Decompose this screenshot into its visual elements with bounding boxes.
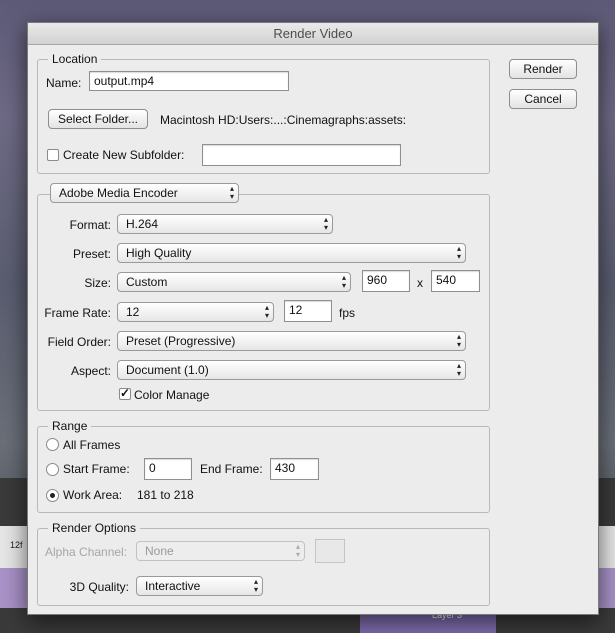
- render-video-dialog: Render Video Render Cancel Location Name…: [27, 22, 599, 615]
- start-frame-label: Start Frame:: [63, 462, 130, 476]
- all-frames-label: All Frames: [63, 438, 121, 452]
- size-select[interactable]: Custom ▴ ▾: [117, 272, 351, 292]
- width-field[interactable]: 960: [362, 270, 410, 292]
- select-arrows-icon: ▴ ▾: [456, 244, 461, 261]
- render-options-group: Render Options: [37, 521, 490, 606]
- work-area-label: Work Area:: [63, 488, 123, 502]
- alpha-channel-select: None ▴ ▾: [136, 541, 305, 561]
- end-frame-field[interactable]: 430: [270, 458, 319, 480]
- name-field[interactable]: output.mp4: [89, 71, 289, 91]
- frame-rate-label: Frame Rate:: [44, 306, 111, 320]
- quality-select[interactable]: Interactive ▴ ▾: [136, 576, 263, 596]
- field-order-label: Field Order:: [47, 335, 111, 349]
- color-manage-checkbox[interactable]: [119, 386, 131, 400]
- start-frame-field[interactable]: 0: [144, 458, 192, 480]
- select-arrows-icon: ▴ ▾: [456, 361, 461, 378]
- fps-unit: fps: [339, 306, 356, 320]
- select-arrows-icon: ▴ ▾: [295, 542, 300, 559]
- frame-rate-value: 12: [126, 305, 140, 319]
- create-subfolder-checkbox[interactable]: [47, 149, 59, 161]
- preset-select[interactable]: High Quality ▴ ▾: [117, 243, 466, 263]
- start-frame-radio[interactable]: [46, 463, 59, 476]
- name-label: Name:: [46, 76, 82, 90]
- select-folder-button[interactable]: Select Folder...: [48, 109, 148, 129]
- frame-rate-select[interactable]: 12 ▴ ▾: [117, 302, 274, 322]
- matte-color-swatch: [315, 539, 345, 563]
- select-arrows-icon: ▴ ▾: [323, 215, 328, 232]
- aspect-value: Document (1.0): [126, 363, 209, 377]
- format-value: H.264: [126, 217, 159, 231]
- fps-field[interactable]: 12: [284, 300, 332, 322]
- format-label: Format:: [69, 218, 111, 232]
- aspect-label: Aspect:: [70, 364, 111, 378]
- height-field[interactable]: 540: [431, 270, 480, 292]
- aspect-select[interactable]: Document (1.0) ▴ ▾: [117, 360, 466, 380]
- render-button[interactable]: Render: [509, 59, 577, 79]
- work-area-radio[interactable]: [46, 489, 59, 502]
- select-arrows-icon: ▴ ▾: [253, 577, 258, 594]
- all-frames-radio[interactable]: [46, 438, 59, 451]
- size-value: Custom: [126, 275, 168, 289]
- dialog-title: Render Video: [28, 23, 598, 45]
- format-select[interactable]: H.264 ▴ ▾: [117, 214, 333, 234]
- work-area-value: 181 to 218: [137, 488, 194, 502]
- field-order-select[interactable]: Preset (Progressive) ▴ ▾: [117, 331, 466, 351]
- encoder-select[interactable]: Adobe Media Encoder ▴ ▾: [50, 183, 239, 203]
- select-arrows-icon: ▴ ▾: [264, 303, 269, 320]
- preset-value: High Quality: [126, 246, 192, 260]
- range-legend: Range: [48, 419, 92, 433]
- select-arrows-icon: ▴ ▾: [341, 273, 346, 290]
- location-legend: Location: [48, 52, 102, 66]
- quality-label: 3D Quality:: [69, 580, 129, 594]
- alpha-channel-label: Alpha Channel:: [45, 545, 128, 559]
- size-label: Size:: [84, 276, 111, 290]
- size-separator: x: [417, 276, 423, 290]
- end-frame-label: End Frame:: [200, 462, 263, 476]
- color-manage-label: Color Manage: [134, 388, 210, 402]
- field-order-value: Preset (Progressive): [126, 334, 236, 348]
- select-arrows-icon: ▴ ▾: [229, 184, 234, 201]
- select-arrows-icon: ▴ ▾: [456, 332, 461, 349]
- quality-value: Interactive: [145, 579, 201, 593]
- alpha-channel-value: None: [145, 544, 174, 558]
- ruler-tick-label: 12f: [10, 540, 23, 550]
- create-subfolder-label: Create New Subfolder:: [63, 148, 185, 162]
- folder-path: Macintosh HD:Users:...:Cinemagraphs:asse…: [160, 113, 407, 127]
- preset-label: Preset:: [72, 247, 111, 261]
- subfolder-name-field[interactable]: [202, 144, 401, 166]
- encoder-select-value: Adobe Media Encoder: [59, 186, 178, 200]
- cancel-button[interactable]: Cancel: [509, 89, 577, 109]
- render-options-legend: Render Options: [48, 521, 141, 535]
